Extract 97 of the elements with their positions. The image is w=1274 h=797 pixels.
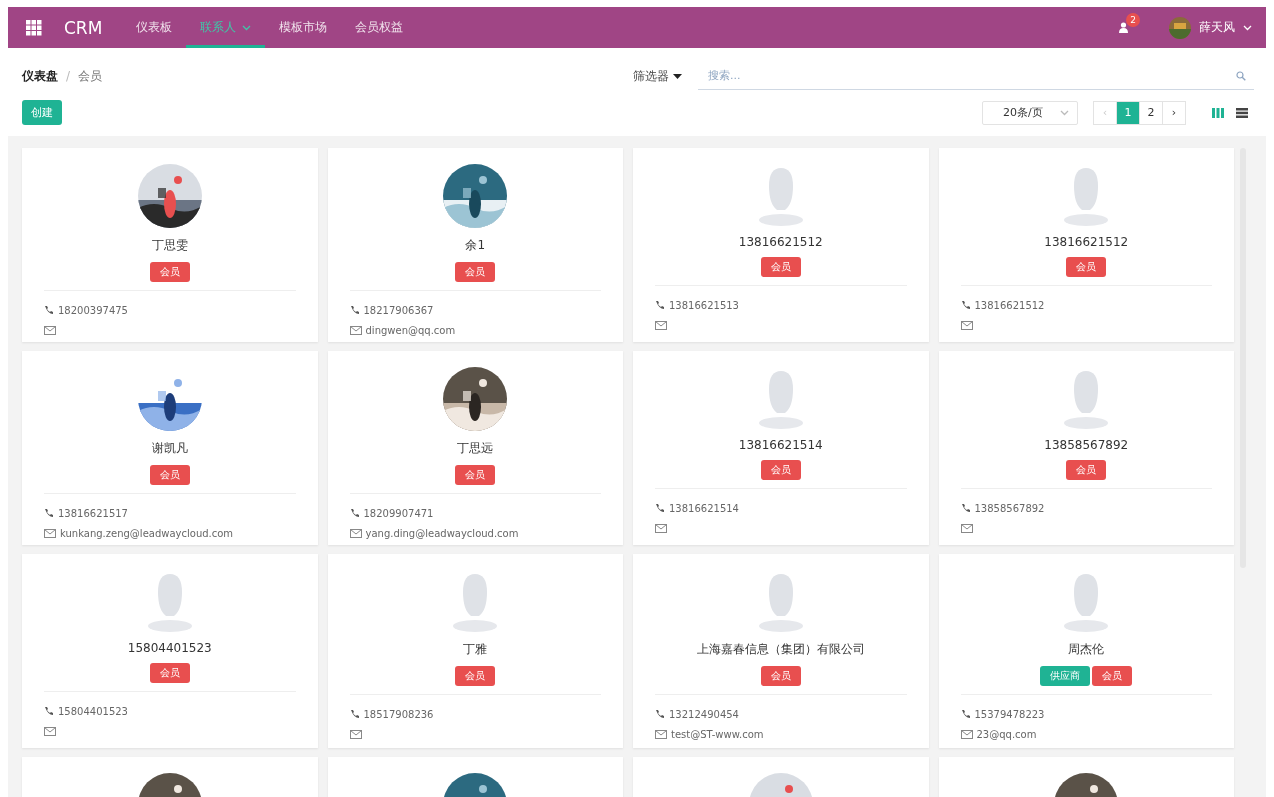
contact-name: 13816621512: [1044, 235, 1129, 249]
phone-icon: [655, 300, 665, 310]
phone-number: 13816621514: [669, 502, 739, 514]
phone-icon: [960, 709, 971, 719]
envelope-icon: [44, 325, 56, 335]
envelope-icon: [349, 325, 362, 335]
phone-icon: [349, 709, 360, 719]
pager-button[interactable]: 2: [1139, 100, 1163, 125]
email-address: dingwen@qq.com: [365, 324, 456, 336]
tag-label: 会员: [455, 262, 496, 282]
contact-name: 上海嘉春信息（集团）有限公司: [696, 641, 865, 658]
tag-label: 会员: [760, 460, 801, 480]
phone-number: 13816621517: [58, 507, 128, 519]
tag-label: 会员: [149, 663, 190, 683]
app-brand: CRM: [64, 17, 103, 38]
envelope-icon: [655, 729, 667, 739]
contact-card[interactable]: 丁思雯 会员 18200397475: [22, 148, 318, 342]
contact-card[interactable]: 周杰伦 供应商 会员 15379478223 23@qq.com: [938, 554, 1234, 748]
phone-icon: [44, 706, 54, 716]
envelope-icon: [349, 729, 362, 739]
envelope-icon: [349, 528, 362, 538]
phone-icon: [655, 503, 665, 513]
notification-count: 2: [1126, 13, 1140, 27]
contact-card[interactable]: 丁雅 会员 18517908236: [327, 554, 623, 748]
phone-icon: [960, 300, 971, 310]
phone-number: 18200397475: [58, 304, 128, 316]
breadcrumb-item: 会员: [78, 67, 103, 85]
phone-icon: [655, 709, 665, 719]
tag-label: 会员: [455, 666, 496, 686]
contact-card[interactable]: 余1 会员 18217906367 dingwen@qq.com: [327, 148, 623, 342]
user-menu[interactable]: 薛天风: [1169, 16, 1252, 39]
page-size-select[interactable]: 20条/页: [982, 100, 1078, 125]
tag-label: 会员: [149, 262, 190, 282]
email-address: kunkang.zeng@leadwaycloud.com: [60, 527, 234, 539]
phone-icon: [349, 305, 360, 315]
nav-menu-item[interactable]: 仪表板: [122, 7, 187, 48]
phone-number: 15804401523: [58, 705, 128, 717]
contact-card[interactable]: 13816621514 会员 13816621514: [633, 351, 929, 545]
envelope-icon: [655, 523, 667, 533]
phone-number: 13212490454: [669, 708, 739, 720]
envelope-icon: [960, 729, 973, 739]
contact-card[interactable]: 13816621512 会员 13816621513: [633, 148, 929, 342]
phone-number: 18517908236: [363, 708, 434, 720]
contact-name: 13858567892: [1044, 438, 1129, 452]
tag-label: 会员: [760, 666, 801, 686]
apps-menu-icon[interactable]: [26, 19, 42, 36]
envelope-icon: [655, 320, 667, 330]
nav-menu-item[interactable]: 会员权益: [341, 7, 418, 48]
email-address: 23@qq.com: [976, 728, 1037, 740]
contact-name: 13816621514: [738, 438, 823, 452]
contact-card[interactable]: 丁思远 会员 18209907471 yang.ding@leadwaycloud.com: [327, 351, 623, 545]
phone-icon: [349, 508, 360, 518]
envelope-icon: [44, 528, 56, 538]
breadcrumb-item[interactable]: 仪表盘: [22, 67, 58, 85]
email-address: yang.ding@leadwaycloud.com: [365, 527, 519, 539]
filter-dropdown[interactable]: 筛选器: [627, 66, 688, 86]
caret-icon: [1060, 109, 1069, 116]
contact-name: 13816621512: [738, 235, 823, 249]
phone-number: 13816621512: [974, 299, 1045, 311]
contact-card[interactable]: 13816621512 会员 13816621512: [938, 148, 1234, 342]
phone-number: 13858567892: [974, 502, 1045, 514]
contact-name: 谢凯凡: [151, 440, 188, 457]
tag-label: 会员: [1066, 257, 1107, 277]
phone-number: 15379478223: [974, 708, 1045, 720]
tag-label: 供应商: [1040, 666, 1091, 686]
contact-name: 15804401523: [127, 641, 212, 655]
contact-card[interactable]: 谢凯凡 会员 13816621517 kunkang.zeng@leadwaycloud.com: [22, 351, 318, 545]
phone-number: 18217906367: [363, 304, 434, 316]
contact-name: 丁思远: [457, 440, 494, 457]
email-address: test@ST-www.com: [671, 728, 764, 740]
envelope-icon: [44, 726, 56, 736]
phone-icon: [960, 503, 971, 513]
search-icon: [1236, 70, 1246, 81]
contact-name: 丁思雯: [151, 237, 188, 254]
contact-card[interactable]: 上海嘉春信息（集团）有限公司 会员 13212490454 test@ST-www.com: [633, 554, 929, 748]
caret-icon: [1243, 24, 1252, 31]
breadcrumb-separator: /: [66, 69, 71, 83]
tag-label: 会员: [760, 257, 801, 277]
tag-label: 会员: [1092, 666, 1133, 686]
contact-card[interactable]: 13858567892 会员 13858567892: [938, 351, 1234, 545]
nav-menu-item[interactable]: 模板市场: [265, 7, 342, 48]
contact-name: 周杰伦: [1068, 641, 1105, 658]
tag-label: 会员: [455, 465, 496, 485]
contact-name: 丁雅: [463, 641, 488, 658]
envelope-icon: [960, 523, 973, 533]
pager-button[interactable]: ›: [1162, 100, 1186, 125]
contact-name: 余1: [465, 237, 486, 254]
caret-icon: [673, 73, 682, 79]
tag-label: 会员: [149, 465, 190, 485]
envelope-icon: [960, 320, 973, 330]
contact-card[interactable]: 15804401523 会员 15804401523: [22, 554, 318, 748]
phone-number: 18209907471: [363, 507, 434, 519]
phone-number: 13816621513: [669, 299, 739, 311]
tag-label: 会员: [1066, 460, 1107, 480]
notification-icon[interactable]: [1118, 22, 1129, 33]
phone-icon: [44, 508, 54, 518]
phone-icon: [44, 305, 54, 315]
